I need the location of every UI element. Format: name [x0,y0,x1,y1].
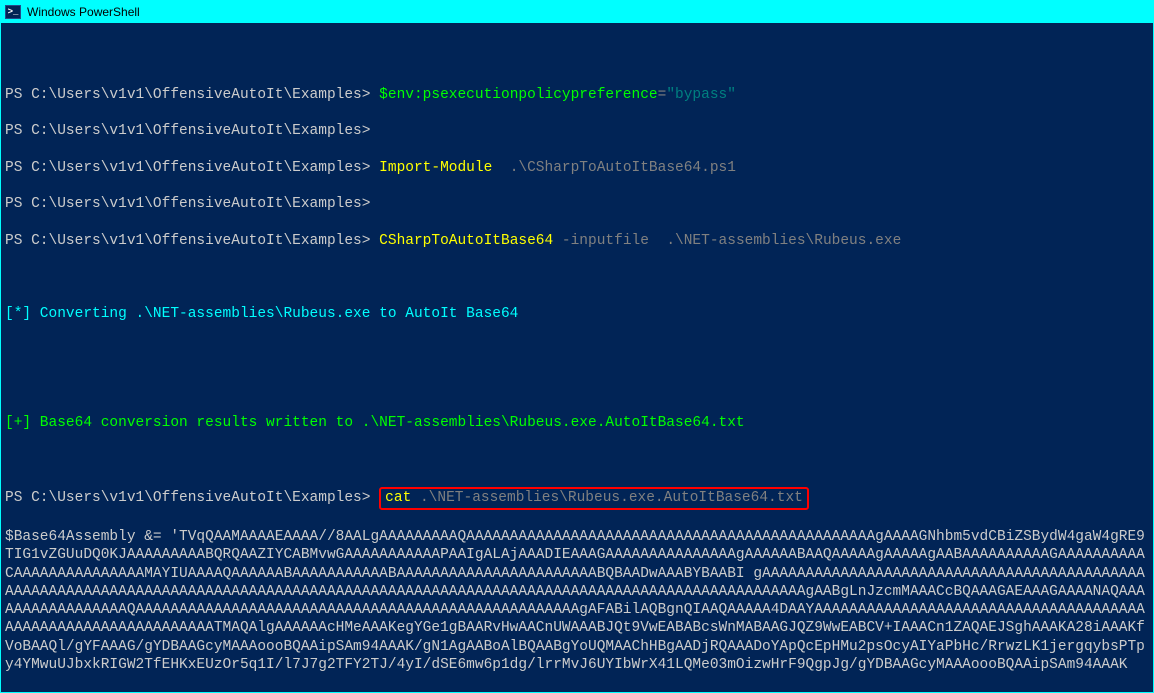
spacer [5,450,1149,468]
ps-variable: $env:psexecutionpolicypreference [379,87,657,103]
command-line-cat: PS C:\Users\v1v1\OffensiveAutoIt\Example… [5,487,1149,510]
powershell-icon: >_ [5,5,21,19]
powershell-window: >_ Windows PowerShell PS C:\Users\v1v1\O… [0,0,1154,693]
string-literal: "bypass" [666,87,736,103]
spacer [5,341,1149,359]
argument: .\CSharpToAutoItBase64.ps1 [492,160,736,176]
argument: .\NET-assemblies\Rubeus.exe [658,233,902,249]
status-converting: [*] Converting .\NET-assemblies\Rubeus.e… [5,305,1149,323]
prompt: PS C:\Users\v1v1\OffensiveAutoIt\Example… [5,87,379,103]
highlighted-command: cat .\NET-assemblies\Rubeus.exe.AutoItBa… [379,487,809,510]
cmdlet: Import-Module [379,160,492,176]
prompt-line: PS C:\Users\v1v1\OffensiveAutoIt\Example… [5,195,1149,213]
prompt: PS C:\Users\v1v1\OffensiveAutoIt\Example… [5,160,379,176]
status-success: [+] Base64 conversion results written to… [5,414,1149,432]
argument: .\NET-assemblies\Rubeus.exe.AutoItBase64… [420,490,803,506]
command-line-2: PS C:\Users\v1v1\OffensiveAutoIt\Example… [5,159,1149,177]
terminal-output[interactable]: PS C:\Users\v1v1\OffensiveAutoIt\Example… [1,23,1153,692]
command-line-1: PS C:\Users\v1v1\OffensiveAutoIt\Example… [5,86,1149,104]
spacer [5,378,1149,396]
output-line [5,49,1149,67]
prompt: PS C:\Users\v1v1\OffensiveAutoIt\Example… [5,490,379,506]
flag: -inputfile [562,233,658,249]
cmdlet: cat [385,490,420,506]
window-title: Windows PowerShell [27,5,140,19]
spacer [5,268,1149,286]
command-line-3: PS C:\Users\v1v1\OffensiveAutoIt\Example… [5,232,1149,250]
cmdlet: CSharpToAutoItBase64 [379,233,562,249]
titlebar[interactable]: >_ Windows PowerShell [1,1,1153,23]
prompt-line: PS C:\Users\v1v1\OffensiveAutoIt\Example… [5,122,1149,140]
base64-block-1: $Base64Assembly &= 'TVqQAAMAAAAEAAAA//8A… [5,528,1149,674]
prompt: PS C:\Users\v1v1\OffensiveAutoIt\Example… [5,233,379,249]
